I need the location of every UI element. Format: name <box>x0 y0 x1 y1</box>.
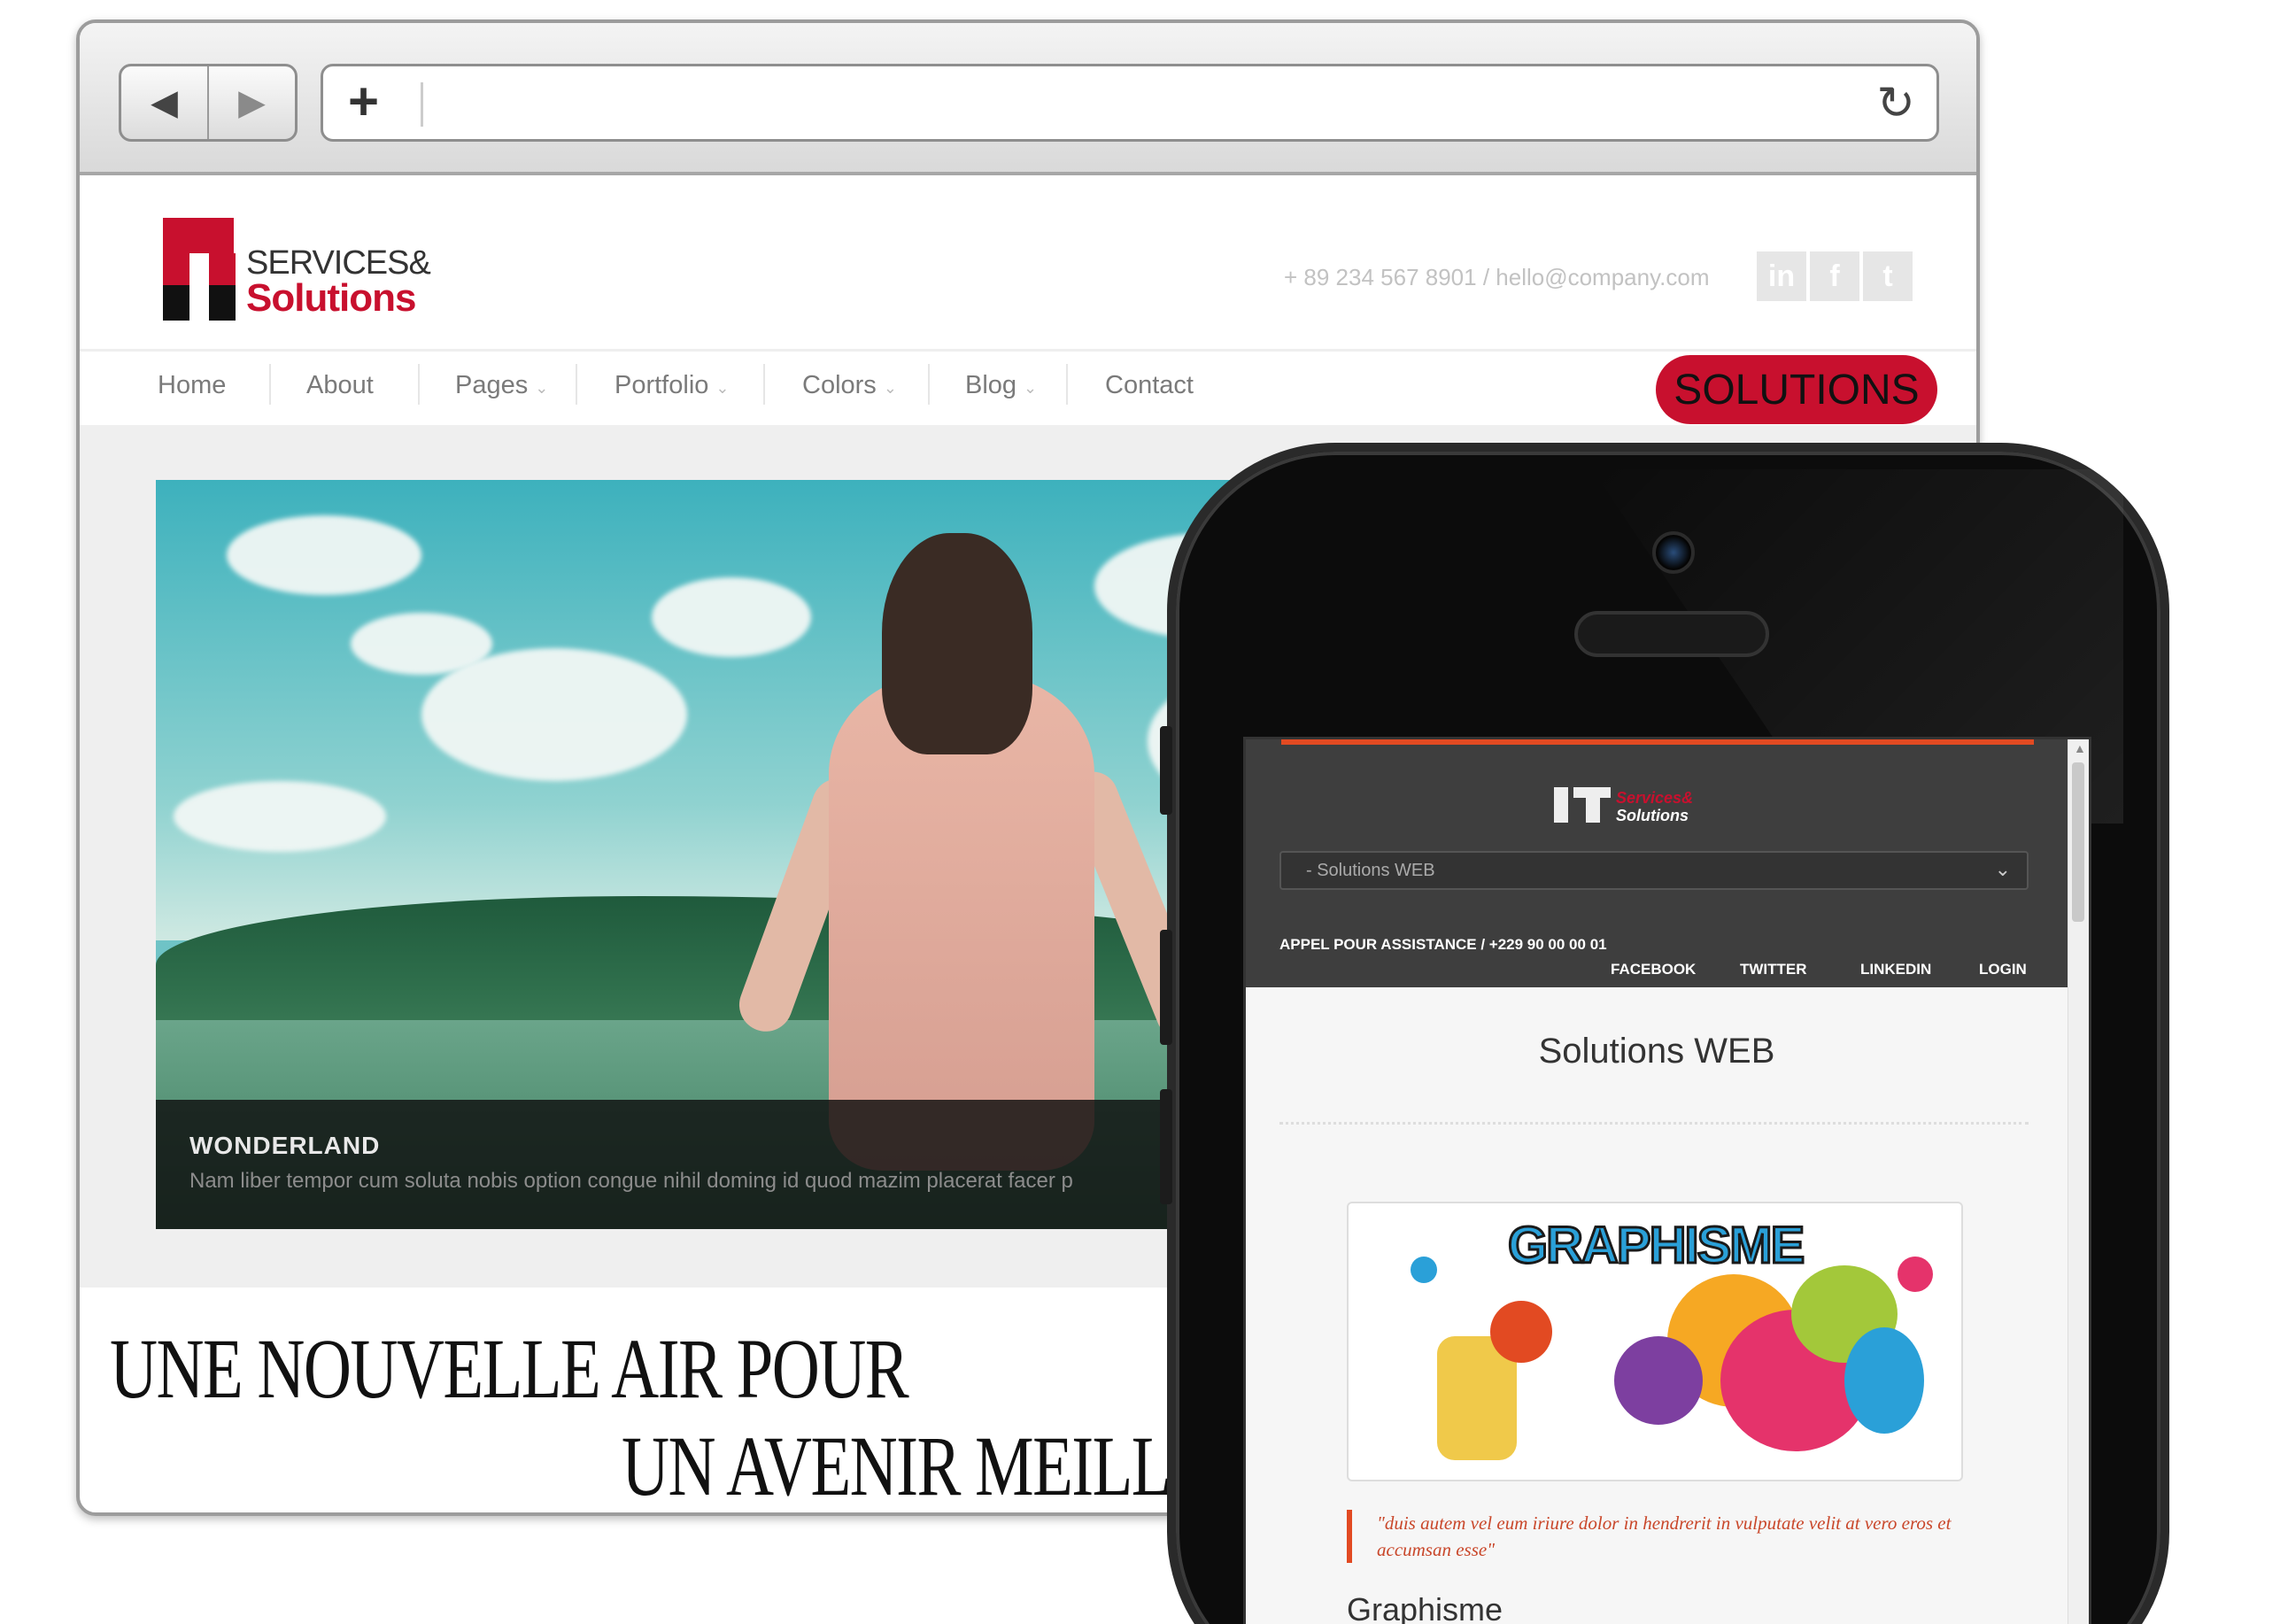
logo-mark-top <box>163 218 234 253</box>
menu-item-blog[interactable]: Blog ⌄ <box>965 371 1037 400</box>
main-navigation: Home About Pages ⌄ Portfolio ⌄ Colors ⌄ Blo… <box>80 349 1976 425</box>
mobile-logo-services: Services& <box>1616 789 1694 807</box>
chevron-down-icon: ⌄ <box>1024 379 1038 397</box>
tagline-line-1: UNE NOUVELLE AIR POUR <box>110 1321 909 1416</box>
cloud-shape <box>421 648 687 781</box>
figure-hair <box>882 533 1032 754</box>
scrollbar-thumb[interactable] <box>2072 762 2084 922</box>
accent-topline <box>1281 739 2034 745</box>
select-value: - Solutions WEB <box>1306 861 1435 880</box>
mobile-nav-select[interactable]: - Solutions WEB ⌄ <box>1279 851 2029 890</box>
new-tab-plus-icon[interactable]: + <box>348 75 379 128</box>
cloud-shape <box>174 781 386 852</box>
paint-dot <box>1411 1257 1437 1283</box>
logo-solutions-text: Solutions <box>246 276 416 320</box>
forward-arrow-icon[interactable]: ▶ <box>207 66 295 139</box>
facebook-link[interactable]: FACEBOOK <box>1611 961 1696 978</box>
chevron-down-icon: ⌄ <box>715 379 730 397</box>
linkedin-icon[interactable]: in <box>1757 251 1806 301</box>
volume-up-button <box>1160 930 1172 1045</box>
graphisme-image[interactable]: GRAPHISME <box>1347 1202 1963 1481</box>
solutions-badge[interactable]: SOLUTIONS <box>1656 355 1937 424</box>
mobile-content: Solutions WEB GRAPHISME "duis autem vel … <box>1246 987 2068 1624</box>
page-title: Solutions WEB <box>1538 1032 1775 1071</box>
text-caret <box>421 82 423 127</box>
menu-divider <box>269 364 271 405</box>
logo-mark-t-stem <box>1586 798 1600 823</box>
dotted-divider <box>1279 1122 2029 1125</box>
quote-block: "duis autem vel eum iriure dolor in hend… <box>1347 1510 1967 1563</box>
paint-dot <box>1898 1257 1933 1292</box>
menu-item-label: Pages <box>455 371 529 399</box>
menu-divider <box>418 364 420 405</box>
menu-item-portfolio[interactable]: Portfolio ⌄ <box>615 371 729 400</box>
logo-mark-i-base <box>163 285 189 321</box>
logo-mark-i <box>163 253 189 285</box>
contact-info: + 89 234 567 8901 / hello@company.com <box>1284 264 1710 290</box>
paint-splash <box>1844 1327 1924 1434</box>
mobile-logo-solutions: Solutions <box>1616 807 1689 824</box>
menu-item-about[interactable]: About <box>306 371 374 400</box>
menu-item-colors[interactable]: Colors ⌄ <box>802 371 897 400</box>
logo-mark-i <box>1554 787 1568 823</box>
camera-icon <box>1652 531 1695 574</box>
site-logo[interactable]: SERVICES& Solutions <box>163 218 455 324</box>
reload-icon[interactable]: ↻ <box>1876 77 1915 130</box>
menu-divider <box>576 364 577 405</box>
volume-down-button <box>1160 1089 1172 1204</box>
menu-item-contact[interactable]: Contact <box>1105 371 1194 400</box>
browser-toolbar: ◀ ▶ + ↻ <box>80 23 1976 175</box>
cloud-shape <box>652 577 811 657</box>
section-title: Graphisme <box>1347 1591 1503 1624</box>
scroll-down-arrow-icon[interactable]: ▼ <box>2074 1620 2086 1624</box>
menu-item-label: Portfolio <box>615 371 709 399</box>
smartphone-mockup: Services& Solutions - Solutions WEB ⌄ AP… <box>1160 443 2169 1624</box>
chevron-down-icon: ⌄ <box>883 379 897 397</box>
mobile-header: Services& Solutions - Solutions WEB ⌄ AP… <box>1246 739 2068 987</box>
logo-mark-t-top <box>1573 787 1611 798</box>
menu-item-pages[interactable]: Pages ⌄ <box>455 371 548 400</box>
assistance-line: APPEL POUR ASSISTANCE / +229 90 00 00 01 <box>1279 936 1607 953</box>
address-bar[interactable]: + ↻ <box>321 64 1939 142</box>
scrollbar[interactable]: ▲ ▼ <box>2068 739 2089 1624</box>
paint-splash <box>1614 1336 1703 1425</box>
twitter-icon[interactable]: t <box>1863 251 1913 301</box>
menu-item-label: About <box>306 371 374 399</box>
logo-mark-t-base <box>209 285 236 321</box>
login-link[interactable]: LOGIN <box>1979 961 2027 978</box>
scroll-up-arrow-icon[interactable]: ▲ <box>2074 741 2086 755</box>
chevron-down-icon: ⌄ <box>1994 858 2011 880</box>
menu-divider <box>1066 364 1068 405</box>
linkedin-link[interactable]: LINKEDIN <box>1860 961 1931 978</box>
menu-item-home[interactable]: Home <box>158 371 226 400</box>
phone-screen: Services& Solutions - Solutions WEB ⌄ AP… <box>1243 737 2091 1624</box>
facebook-icon[interactable]: f <box>1810 251 1859 301</box>
menu-item-label: Home <box>158 371 227 399</box>
menu-item-label: Colors <box>802 371 877 399</box>
nav-button-group: ◀ ▶ <box>119 64 298 142</box>
slide-title: WONDERLAND <box>189 1132 381 1159</box>
chevron-down-icon: ⌄ <box>535 379 549 397</box>
graphisme-wordmark: GRAPHISME <box>1506 1216 1805 1276</box>
menu-divider <box>928 364 930 405</box>
speaker-grille <box>1574 611 1769 657</box>
mobile-logo[interactable]: Services& Solutions <box>1554 787 1731 826</box>
menu-item-label: Blog <box>965 371 1017 399</box>
twitter-link[interactable]: TWITTER <box>1740 961 1807 978</box>
site-header: SERVICES& Solutions + 89 234 567 8901 / … <box>80 179 1976 349</box>
back-arrow-icon[interactable]: ◀ <box>121 66 207 139</box>
logo-mark-t <box>209 253 236 285</box>
slide-text: Nam liber tempor cum soluta nobis option… <box>189 1169 1073 1193</box>
menu-divider <box>763 364 765 405</box>
mute-switch <box>1160 726 1172 815</box>
paint-splash <box>1490 1301 1552 1363</box>
cloud-shape <box>227 515 421 595</box>
menu-item-label: Contact <box>1105 371 1194 399</box>
